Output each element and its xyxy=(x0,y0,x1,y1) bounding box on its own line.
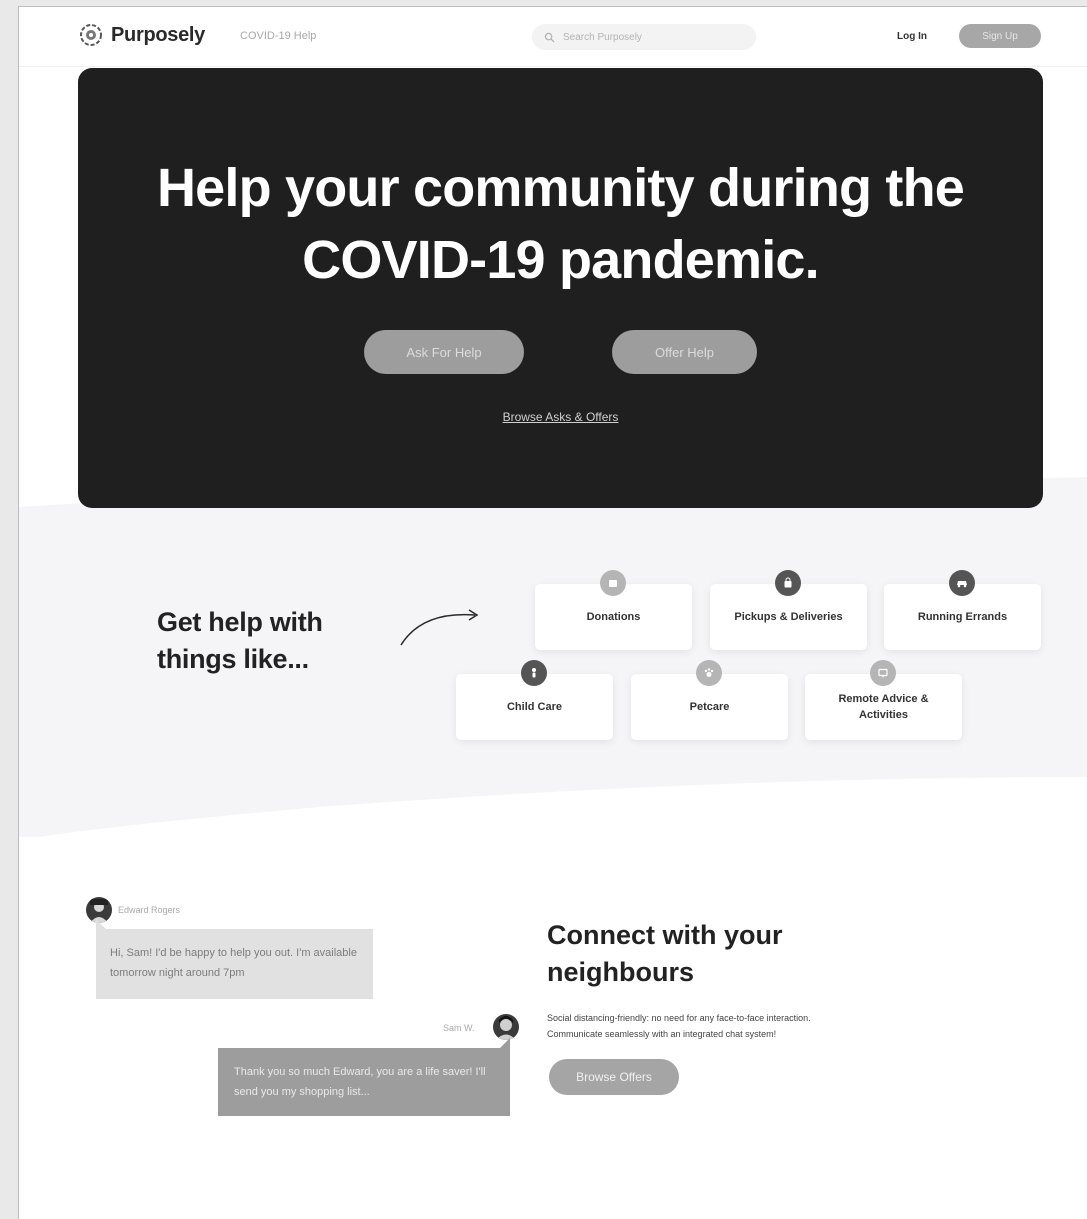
child-icon xyxy=(521,660,547,686)
category-label: Donations xyxy=(586,611,641,623)
hero-title-line2: COVID-19 pandemic. xyxy=(302,230,820,290)
browse-asks-offers-text[interactable]: Browse Asks & Offers xyxy=(503,410,619,424)
connect-heading-line2: neighbours xyxy=(547,957,694,987)
logo-icon xyxy=(80,24,102,46)
connect-heading: Connect with your neighbours xyxy=(547,917,783,991)
hero-title-line1: Help your community during the xyxy=(156,158,965,218)
search-input[interactable] xyxy=(563,31,743,43)
arrow-icon xyxy=(400,609,479,646)
search-icon xyxy=(544,32,555,43)
category-label: Child Care xyxy=(506,701,562,713)
nav-link-covid-help[interactable]: COVID-19 Help xyxy=(240,30,316,42)
browse-asks-offers-link: Browse Asks & Offers xyxy=(78,410,1043,424)
search-bar[interactable] xyxy=(532,24,756,50)
signup-button[interactable]: Sign Up xyxy=(959,24,1041,48)
paw-icon xyxy=(696,660,722,686)
chat-sender-name: Edward Rogers xyxy=(118,905,181,915)
connect-heading-line1: Connect with your xyxy=(547,920,783,950)
chat-bubble-incoming: Hi, Sam! I'd be happy to help you out. I… xyxy=(96,929,373,999)
donation-icon xyxy=(600,570,626,596)
header: Purposely COVID-19 Help Log In Sign Up xyxy=(19,7,1087,67)
category-label: Running Errands xyxy=(917,611,1008,623)
category-label: Petcare xyxy=(689,701,730,713)
car-icon xyxy=(949,570,975,596)
help-heading-line2: things like... xyxy=(157,644,309,674)
hero-title: Help your community during the COVID-19 … xyxy=(78,152,1043,296)
chat-bubble-outgoing: Thank you so much Edward, you are a life… xyxy=(218,1048,510,1116)
category-label: Pickups & Deliveries xyxy=(734,611,843,623)
hero-banner: Help your community during the COVID-19 … xyxy=(78,68,1043,508)
connect-description: Social distancing-friendly: no need for … xyxy=(547,1010,907,1042)
help-heading: Get help with things like... xyxy=(157,604,323,678)
connect-description-line2: Communicate seamlessly with an integrate… xyxy=(547,1029,777,1039)
logo[interactable]: Purposely xyxy=(79,23,205,47)
offer-help-button[interactable]: Offer Help xyxy=(612,330,757,374)
login-link[interactable]: Log In xyxy=(897,31,927,42)
brand-name: Purposely xyxy=(111,23,205,46)
category-label: Remote Advice & Activities xyxy=(838,693,929,721)
page: Purposely COVID-19 Help Log In Sign Up H… xyxy=(18,6,1087,1219)
help-heading-line1: Get help with xyxy=(157,607,323,637)
connect-description-line1: Social distancing-friendly: no need for … xyxy=(547,1013,811,1023)
browse-offers-button[interactable]: Browse Offers xyxy=(549,1059,679,1095)
ask-for-help-button[interactable]: Ask For Help xyxy=(364,330,524,374)
avatar-sam xyxy=(493,1014,519,1040)
bag-icon xyxy=(775,570,801,596)
monitor-icon xyxy=(870,660,896,686)
chat-sender-name: Sam W. xyxy=(443,1023,475,1033)
